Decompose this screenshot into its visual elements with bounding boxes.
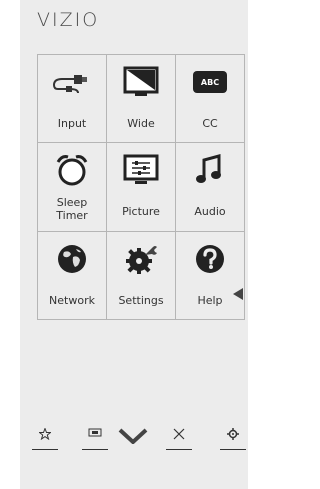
closed-caption-icon: ABC xyxy=(190,65,230,99)
close-icon[interactable] xyxy=(166,428,192,450)
tile-label: Wide xyxy=(127,116,155,130)
music-note-icon xyxy=(190,153,230,187)
tile-network[interactable]: Network xyxy=(38,231,107,320)
screen-icon[interactable] xyxy=(82,428,108,450)
tile-wide[interactable]: Wide xyxy=(107,55,176,144)
tile-settings[interactable]: Settings xyxy=(107,231,176,320)
input-cable-icon xyxy=(52,65,92,99)
bottom-bar xyxy=(26,420,246,450)
wide-screen-icon xyxy=(121,65,161,99)
wrench-gear-icon xyxy=(121,242,161,276)
gear-icon[interactable] xyxy=(220,428,246,450)
tile-audio[interactable]: Audio xyxy=(176,143,245,232)
tile-label: Audio xyxy=(194,205,226,219)
star-icon[interactable] xyxy=(32,428,58,450)
globe-icon xyxy=(52,242,92,276)
tile-sleep-timer[interactable]: Sleep Timer xyxy=(38,143,107,232)
alarm-clock-icon xyxy=(52,153,92,187)
chevron-down-icon[interactable] xyxy=(116,428,150,450)
vizio-logo: VIZIO xyxy=(37,9,100,31)
menu-grid: Input Wide ABC CC Sleep Timer Picture Au… xyxy=(37,54,245,320)
tile-input[interactable]: Input xyxy=(38,55,107,144)
picture-settings-icon xyxy=(121,153,161,187)
tile-picture[interactable]: Picture xyxy=(107,143,176,232)
tile-label: Picture xyxy=(122,205,160,219)
cc-badge: ABC xyxy=(193,71,227,93)
question-icon xyxy=(190,242,230,276)
tile-help[interactable]: Help xyxy=(176,231,245,320)
tile-label: CC xyxy=(202,116,218,130)
tile-cc[interactable]: ABC CC xyxy=(176,55,245,144)
tile-label: Sleep Timer xyxy=(56,195,88,222)
tile-label: Input xyxy=(57,116,87,130)
tile-label: Network xyxy=(49,293,95,307)
selection-pointer-icon xyxy=(233,288,243,300)
tile-label: Settings xyxy=(118,293,164,307)
tile-label: Help xyxy=(197,293,223,307)
